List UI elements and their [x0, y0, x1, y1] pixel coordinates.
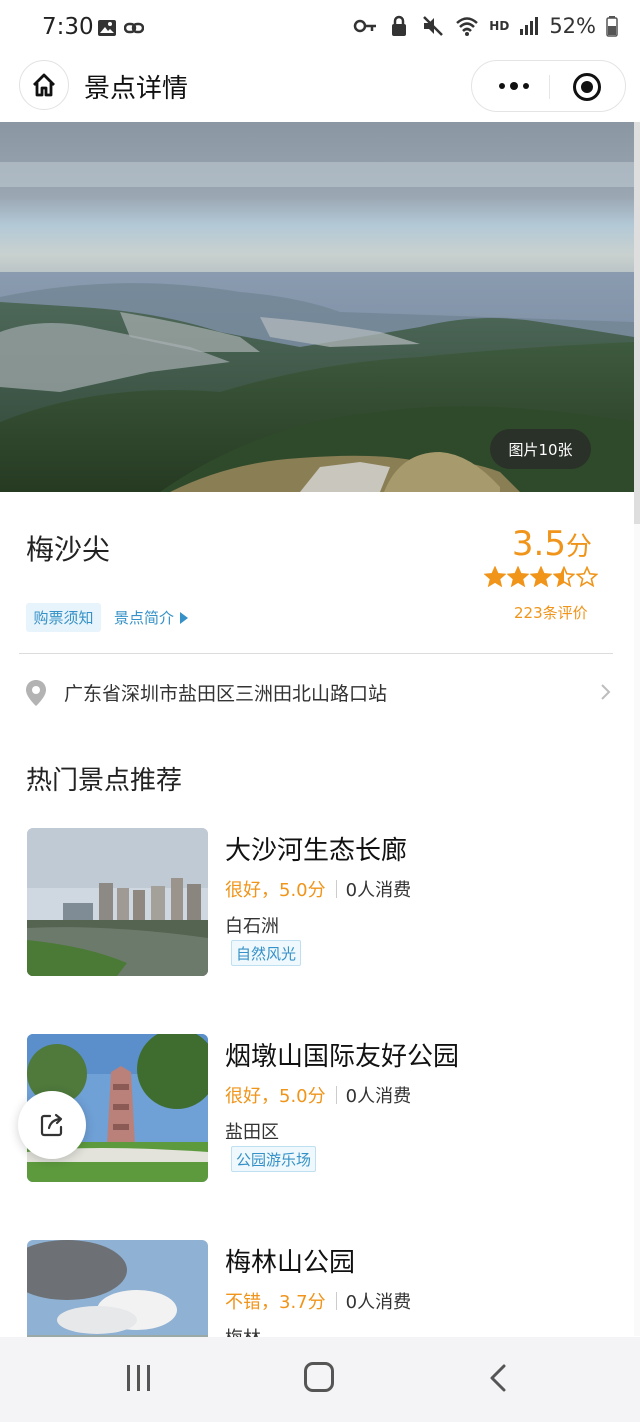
item-divider — [335, 1292, 337, 1310]
share-button[interactable] — [18, 1091, 86, 1159]
item-rating: 不错，3.7分 — [225, 1292, 326, 1313]
item-area: 盐田区 — [225, 1122, 279, 1143]
page-title: 景点详情 — [84, 74, 189, 104]
item-rating-line: 很好，5.0分 0人消费 — [225, 876, 411, 902]
item-consume: 0人消费 — [345, 1292, 412, 1313]
mini-program-capsule — [471, 60, 626, 112]
location-pin-icon — [26, 680, 46, 706]
thumbnail-image — [27, 1240, 208, 1337]
star-full-icon — [484, 566, 506, 588]
scrollbar-track — [634, 524, 640, 1336]
divider — [19, 653, 613, 654]
item-rating: 很好，5.0分 — [225, 1086, 326, 1107]
chevron-right-icon — [601, 684, 611, 700]
more-dots-icon[interactable] — [494, 75, 534, 97]
list-item[interactable]: 烟墩山国际友好公园 很好，5.0分 0人消费 盐田区 公园游乐场 — [0, 1034, 634, 1184]
address-row[interactable]: 广东省深圳市盐田区三洲田北山路口站 — [0, 664, 634, 720]
wifi-icon — [456, 17, 479, 36]
spot-name: 梅沙尖 — [26, 533, 111, 566]
item-name: 大沙河生态长廊 — [225, 836, 408, 866]
list-item[interactable]: 大沙河生态长廊 很好，5.0分 0人消费 白石洲 自然风光 — [0, 828, 634, 978]
home-icon — [33, 73, 55, 97]
intro-link-label: 景点简介 — [114, 609, 175, 627]
item-area: 白石洲 — [225, 916, 279, 937]
thumbnail-image — [27, 828, 208, 976]
item-tag: 自然风光 — [231, 940, 302, 966]
rating-stars — [484, 566, 598, 588]
rating-score: 3.5分 — [512, 524, 592, 564]
share-icon — [40, 1113, 63, 1137]
system-nav-bar — [0, 1337, 640, 1422]
item-divider — [335, 1086, 337, 1104]
status-bar: 7:30 HD 52% — [0, 0, 640, 58]
item-rating: 很好，5.0分 — [225, 880, 326, 901]
capsule-divider — [549, 75, 550, 99]
star-half-icon — [553, 566, 575, 588]
item-consume: 0人消费 — [345, 1086, 412, 1107]
scrollbar-thumb[interactable] — [634, 122, 640, 524]
system-home-icon[interactable] — [304, 1362, 334, 1392]
recent-apps-icon[interactable] — [127, 1365, 155, 1393]
address-text: 广东省深圳市盐田区三洲田北山路口站 — [64, 683, 388, 705]
target-icon[interactable] — [573, 73, 601, 101]
item-divider — [335, 880, 337, 898]
signal-icon — [520, 17, 539, 35]
review-count[interactable]: 223条评价 — [514, 602, 588, 623]
status-time: 7:30 — [42, 14, 94, 40]
intro-link[interactable]: 景点简介 — [114, 607, 189, 628]
lock-icon — [392, 15, 407, 36]
battery-percent: 52% — [549, 14, 596, 38]
star-full-icon — [530, 566, 552, 588]
rating-value: 3.5 — [511, 524, 566, 564]
item-name: 烟墩山国际友好公园 — [225, 1042, 460, 1072]
item-area: 梅林 — [225, 1324, 261, 1337]
nav-bar: 景点详情 — [0, 58, 640, 122]
star-full-icon — [507, 566, 529, 588]
item-name: 梅林山公园 — [225, 1248, 356, 1278]
back-icon[interactable] — [488, 1363, 508, 1393]
star-empty-icon — [576, 566, 598, 588]
rating-unit: 分 — [565, 532, 592, 562]
image-icon — [98, 20, 116, 36]
photo-count-badge[interactable]: 图片10张 — [490, 429, 591, 469]
play-arrow-icon — [180, 611, 189, 624]
battery-icon — [606, 16, 618, 37]
section-title: 热门景点推荐 — [26, 766, 183, 796]
key-icon — [354, 19, 377, 33]
home-button[interactable] — [19, 60, 69, 110]
network-label: HD — [489, 19, 510, 33]
link-icon — [124, 22, 144, 34]
list-item[interactable]: 梅林山公园 不错，3.7分 0人消费 梅林 — [0, 1240, 634, 1337]
item-rating-line: 不错，3.7分 0人消费 — [225, 1288, 411, 1314]
mute-icon — [423, 16, 444, 36]
item-rating-line: 很好，5.0分 0人消费 — [225, 1082, 411, 1108]
status-right-group: HD 52% — [353, 14, 618, 38]
ticket-notice-button[interactable]: 购票须知 — [26, 603, 101, 632]
item-consume: 0人消费 — [345, 880, 412, 901]
item-tag: 公园游乐场 — [231, 1146, 317, 1172]
